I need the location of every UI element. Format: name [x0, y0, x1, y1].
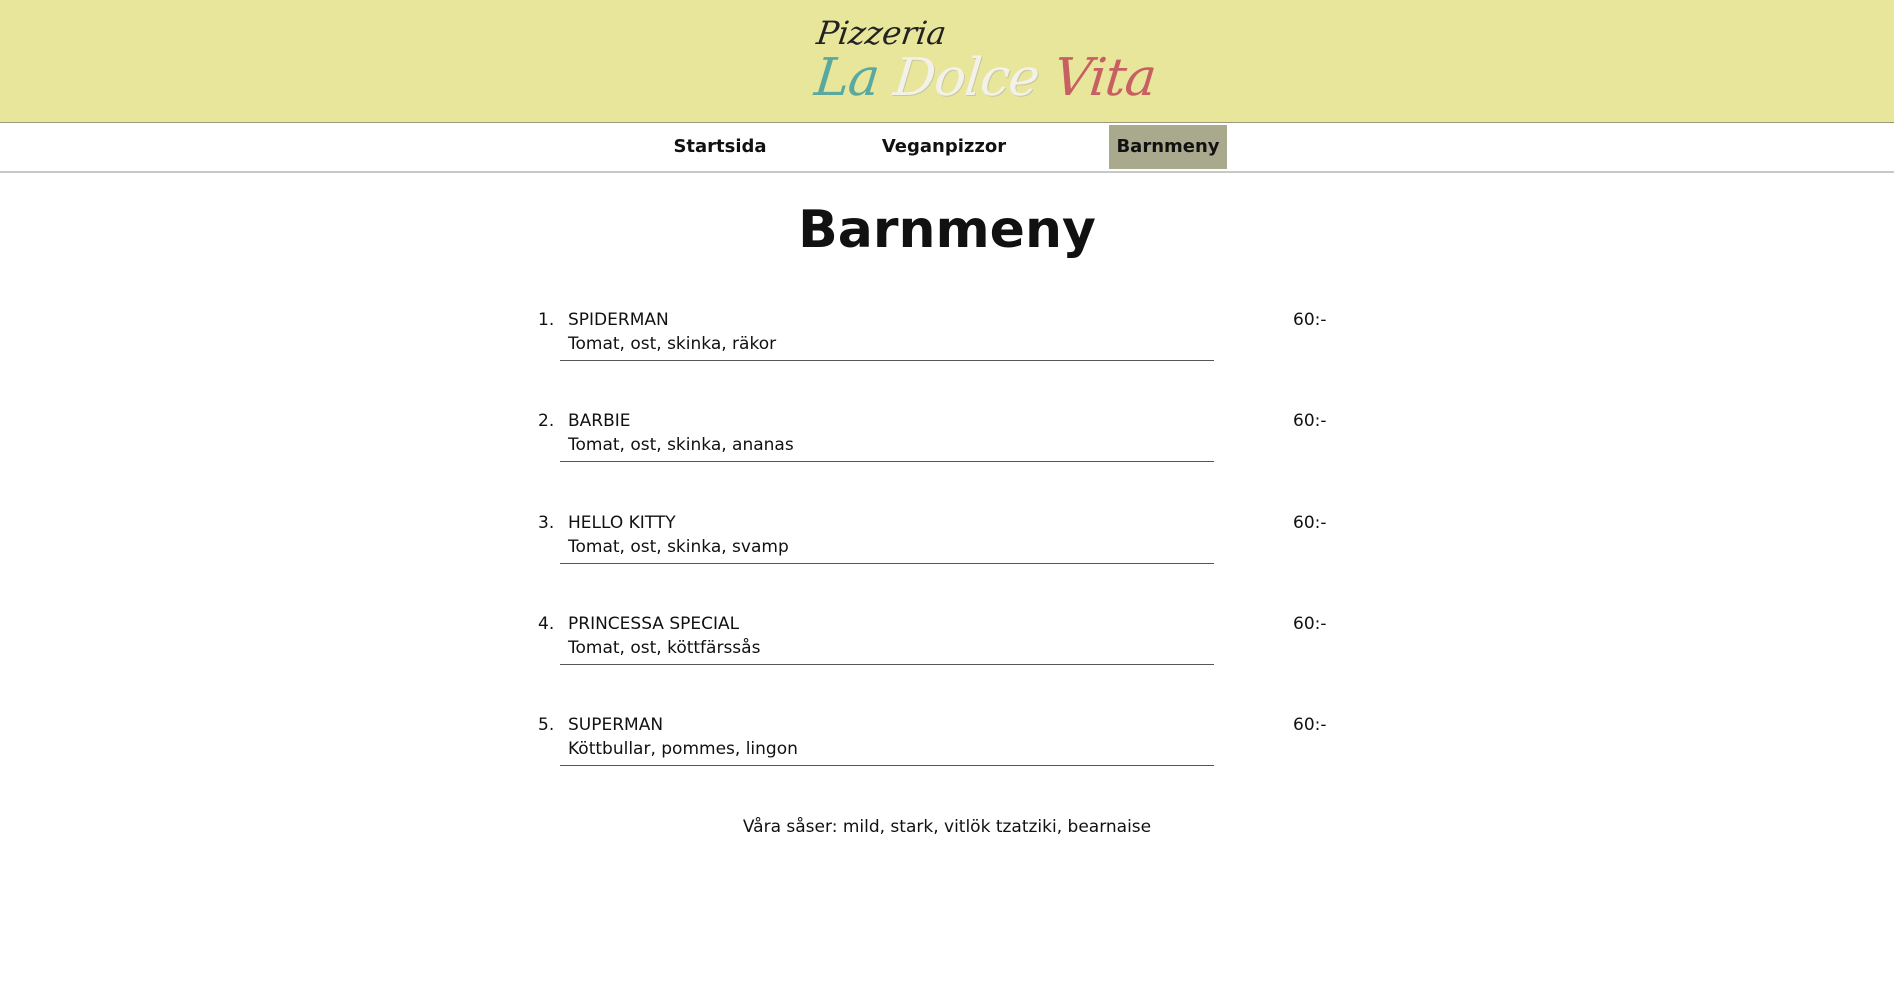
- item-name: HELLO KITTY: [568, 513, 676, 533]
- item-name: SPIDERMAN: [568, 310, 669, 330]
- item-name: PRINCESSA SPECIAL: [568, 614, 740, 634]
- logo-vita: Vita: [1050, 48, 1159, 108]
- item-number: 3.: [538, 513, 555, 533]
- sauces-note: Våra såser: mild, stark, vitlök tzatziki…: [742, 817, 1152, 837]
- item-name: SUPERMAN: [568, 715, 664, 735]
- item-divider: [560, 360, 1214, 361]
- nav-veganpizzor[interactable]: Veganpizzor: [880, 125, 1008, 169]
- menu-item: 5. SUPERMAN Köttbullar, pommes, lingon 6…: [0, 713, 1894, 813]
- menu-item: 2. BARBIE Tomat, ost, skinka, ananas 60:…: [0, 409, 1894, 509]
- page-title: Barnmeny: [798, 200, 1096, 260]
- menu-item: 4. PRINCESSA SPECIAL Tomat, ost, köttfär…: [0, 612, 1894, 712]
- item-price: 60:-: [1293, 715, 1327, 735]
- item-divider: [560, 563, 1214, 564]
- item-description: Köttbullar, pommes, lingon: [568, 739, 798, 759]
- menu-item: 3. HELLO KITTY Tomat, ost, skinka, svamp…: [0, 511, 1894, 611]
- logo-pizzeria-text: Pizzeria: [814, 14, 949, 52]
- nav-startsida[interactable]: Startsida: [668, 125, 772, 169]
- nav-barnmeny[interactable]: Barnmeny: [1109, 125, 1227, 169]
- logo-dolce: Dolce: [890, 48, 1042, 108]
- item-number: 4.: [538, 614, 555, 634]
- item-number: 1.: [538, 310, 555, 330]
- item-price: 60:-: [1293, 310, 1327, 330]
- logo-name: La Dolce Vita: [812, 48, 1159, 108]
- item-description: Tomat, ost, skinka, svamp: [568, 537, 789, 557]
- item-divider: [560, 461, 1214, 462]
- item-name: BARBIE: [568, 411, 631, 431]
- item-description: Tomat, ost, skinka, ananas: [568, 435, 794, 455]
- main-nav: Startsida Veganpizzor Barnmeny: [0, 123, 1894, 173]
- item-description: Tomat, ost, köttfärssås: [568, 638, 761, 658]
- menu-item: 1. SPIDERMAN Tomat, ost, skinka, räkor 6…: [0, 308, 1894, 408]
- item-price: 60:-: [1293, 411, 1327, 431]
- item-price: 60:-: [1293, 614, 1327, 634]
- item-divider: [560, 765, 1214, 766]
- item-description: Tomat, ost, skinka, räkor: [568, 334, 777, 354]
- item-divider: [560, 664, 1214, 665]
- item-number: 5.: [538, 715, 555, 735]
- pizzeria-logo[interactable]: Pizzeria La Dolce Vita: [812, 12, 1159, 108]
- item-number: 2.: [538, 411, 555, 431]
- item-price: 60:-: [1293, 513, 1327, 533]
- site-header: Pizzeria La Dolce Vita: [0, 0, 1894, 123]
- logo-la: La: [811, 48, 882, 108]
